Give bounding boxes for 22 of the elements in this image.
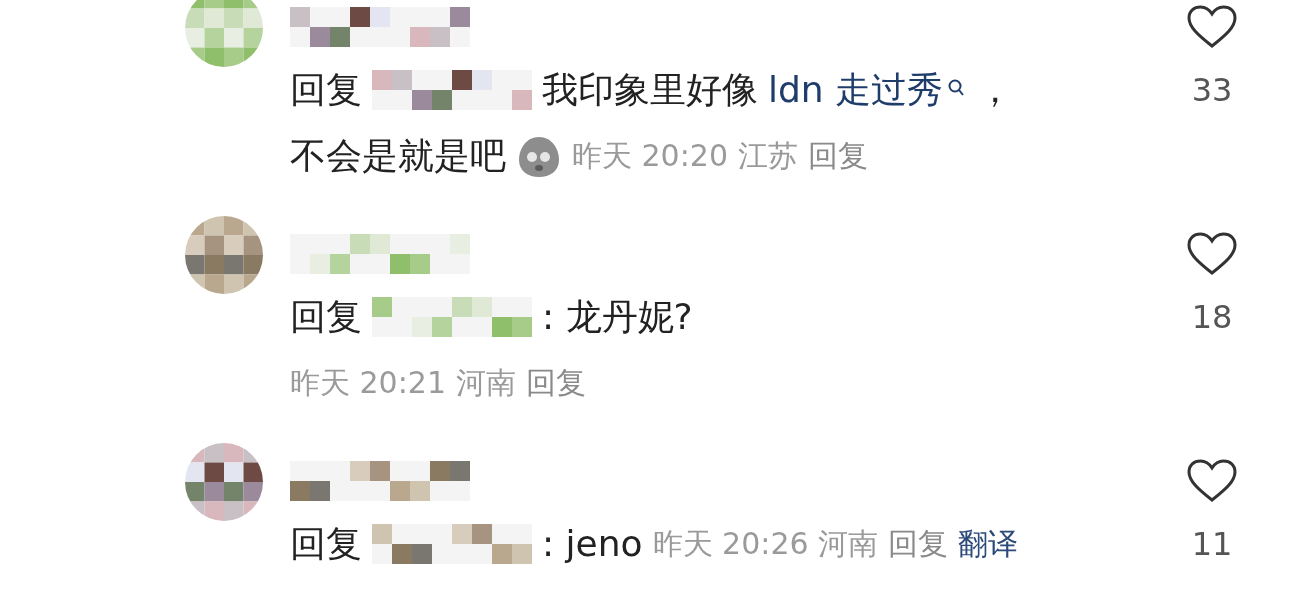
like-count: 11 [1191, 524, 1233, 565]
comment-text: 回复 [290, 68, 362, 112]
like-count: 18 [1191, 297, 1233, 338]
like-count: 33 [1191, 70, 1233, 111]
reply-link[interactable]: 回复 [888, 511, 949, 577]
comment-text: 不会是就是吧 [290, 134, 506, 178]
comment-meta: 昨天 20:21 河南 [290, 364, 516, 402]
translate-link[interactable]: 翻译 [958, 511, 1019, 577]
reply-link[interactable]: 回复 [807, 123, 868, 189]
comment-text: 回复 [290, 522, 362, 566]
reply-link[interactable]: 回复 [525, 350, 586, 416]
comment-text: 回复 [290, 295, 362, 339]
comment-text: : jeno [542, 522, 643, 566]
heart-icon [1186, 231, 1238, 277]
comment-text: : 龙丹妮? [542, 295, 693, 339]
topic-link[interactable]: ldn 走过秀 [768, 57, 968, 123]
comment-meta: 昨天 20:20 江苏 [572, 137, 798, 175]
comment-meta: 昨天 20:26 河南 [652, 525, 879, 563]
heart-icon [1186, 458, 1238, 504]
comment-text: 我印象里好像 [542, 68, 758, 112]
comment-text: ， [977, 68, 1014, 112]
heart-icon [1186, 4, 1238, 50]
